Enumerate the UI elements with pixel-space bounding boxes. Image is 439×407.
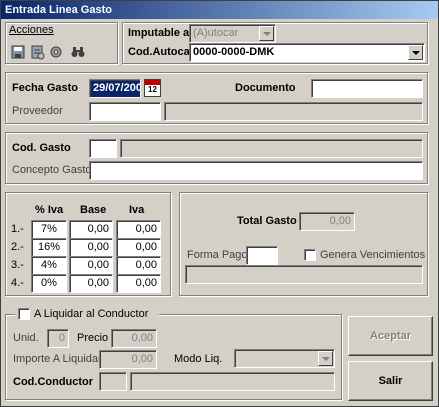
calendar-day: 12 (148, 85, 157, 94)
fecha-gasto-label: Fecha Gasto (12, 82, 79, 94)
cod-autocar-value: 0000-0000-DMK (193, 46, 275, 58)
iva-row-3-pct[interactable]: 4% (31, 256, 67, 275)
cod-conductor-name-field (130, 372, 335, 391)
modo-liq-label: Modo Liq. (174, 353, 223, 365)
calendar-icon[interactable]: 12 (144, 79, 161, 97)
modo-liq-select (234, 349, 335, 368)
unid-label: Unid. (13, 332, 39, 344)
iva-row-2-pct[interactable]: 16% (31, 238, 67, 257)
liquidar-conductor-label: A Liquidar al Conductor (34, 308, 149, 320)
forma-pago-input[interactable] (246, 246, 278, 265)
imputable-label: Imputable a (128, 27, 190, 39)
modo-liq-dropdown-button (318, 351, 333, 366)
precio-input: 0,00 (111, 329, 157, 348)
chevron-down-icon (321, 356, 330, 361)
imputable-select[interactable]: (A)utocar (189, 24, 276, 43)
concepto-gasto-label: Concepto Gasto (12, 164, 92, 176)
menu-acciones-label: Acciones (9, 24, 54, 36)
iva-row-2-iva[interactable]: 0,00 (116, 238, 161, 257)
iva-row-3-base[interactable]: 0,00 (69, 256, 113, 275)
precio-label: Precio (77, 332, 109, 344)
iva-row-1-pct[interactable]: 7% (31, 220, 67, 239)
search-binoculars-icon[interactable] (69, 43, 87, 61)
iva-row-3-number: 3.- (11, 259, 24, 271)
refresh-icon[interactable] (28, 43, 46, 61)
documento-input[interactable] (311, 79, 423, 98)
concepto-gasto-input[interactable] (89, 161, 423, 180)
imputable-dropdown-button[interactable] (259, 26, 274, 41)
proveedor-label: Proveedor (12, 105, 63, 117)
cod-conductor-label: Cod.Conductor (13, 376, 94, 388)
unid-input: 0 (47, 329, 69, 348)
salir-label: Salir (378, 375, 403, 387)
total-gasto-label: Total Gasto (237, 215, 297, 227)
importe-liquidar-value: 0,00 (99, 350, 157, 369)
title-bar: Entrada Linea Gasto (1, 1, 438, 19)
iva-row-1-iva[interactable]: 0,00 (116, 220, 161, 239)
chevron-down-icon (262, 31, 271, 36)
iva-header-iva: Iva (129, 204, 145, 216)
proveedor-name-field (164, 102, 423, 121)
entrada-linea-gasto-window: Entrada Linea Gasto Acciones Imputable a… (0, 0, 439, 407)
forma-pago-description-field (185, 265, 423, 284)
iva-header-base: Base (80, 204, 107, 216)
iva-row-2-base[interactable]: 0,00 (69, 238, 113, 257)
liquidar-conductor-checkbox[interactable] (18, 308, 30, 320)
aceptar-button[interactable]: Aceptar (348, 316, 433, 356)
iva-row-2-number: 2.- (11, 241, 24, 253)
save-icon[interactable] (9, 43, 27, 61)
salir-button[interactable]: Salir (348, 361, 433, 401)
iva-row-3-iva[interactable]: 0,00 (116, 256, 161, 275)
aceptar-label: Aceptar (370, 330, 411, 342)
importe-liquidar-label: Importe A Liquidar (13, 353, 102, 365)
genera-vencimientos-label: Genera Vencimientos (320, 249, 426, 261)
iva-row-4-pct[interactable]: 0% (31, 274, 67, 293)
iva-header-pct: % Iva (35, 204, 64, 216)
cod-autocar-label: Cod.Autocar (128, 46, 194, 58)
total-gasto-value: 0,00 (299, 212, 355, 231)
proveedor-code-input[interactable] (89, 102, 161, 121)
settings-icon[interactable] (47, 43, 65, 61)
cod-gasto-description-field (120, 139, 423, 158)
chevron-down-icon (411, 50, 420, 55)
iva-row-1-base[interactable]: 0,00 (69, 220, 113, 239)
genera-vencimientos-checkbox[interactable] (304, 249, 316, 261)
cod-conductor-input (99, 372, 127, 391)
imputable-value: (A)utocar (193, 27, 239, 39)
documento-label: Documento (235, 82, 296, 94)
iva-row-1-number: 1.- (11, 223, 24, 235)
menu-acciones[interactable]: Acciones (9, 24, 54, 36)
cod-gasto-label: Cod. Gasto (12, 142, 71, 154)
iva-row-4-base[interactable]: 0,00 (69, 274, 113, 293)
fecha-gasto-input[interactable]: 29/07/2005 (89, 79, 141, 98)
forma-pago-label: Forma Pago (187, 249, 248, 261)
iva-row-4-iva[interactable]: 0,00 (116, 274, 161, 293)
cod-autocar-dropdown-button[interactable] (408, 45, 423, 60)
cod-gasto-input[interactable] (89, 139, 117, 158)
cod-autocar-select[interactable]: 0000-0000-DMK (189, 43, 425, 62)
iva-row-4-number: 4.- (11, 277, 24, 289)
